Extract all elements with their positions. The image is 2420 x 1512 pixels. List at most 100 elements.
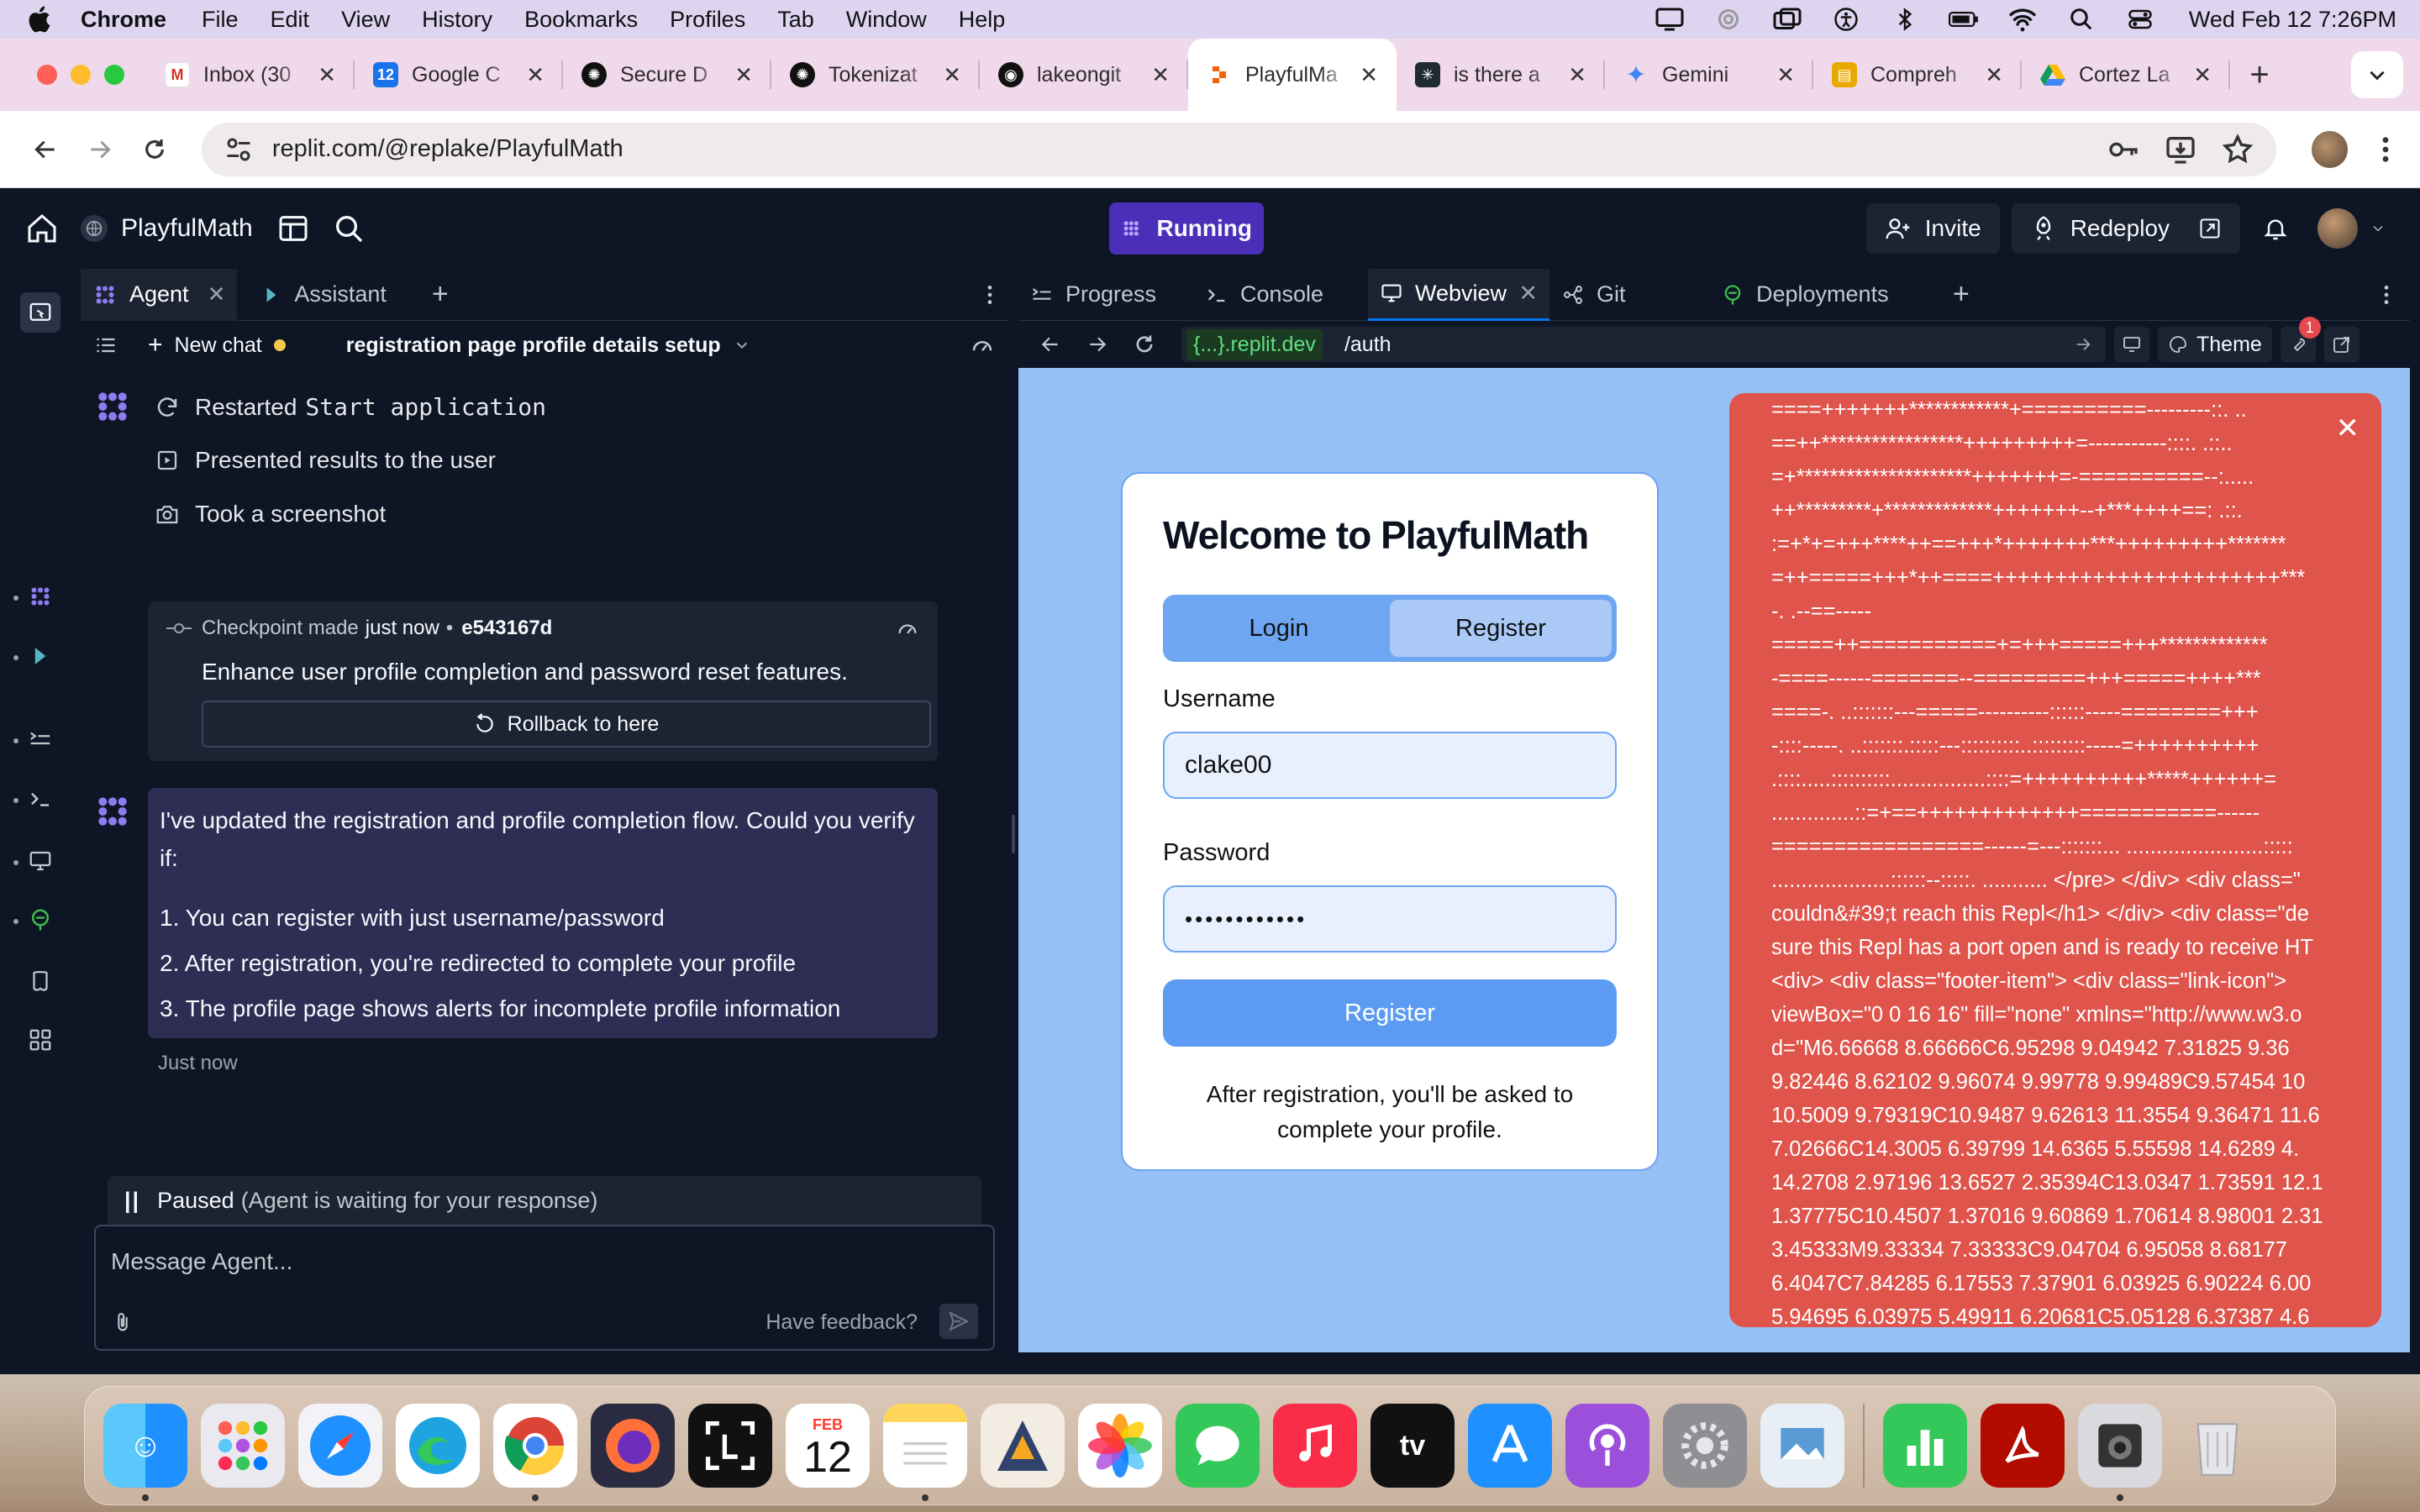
new-tool-tab-button[interactable]: + <box>1953 278 1970 311</box>
rail-console[interactable] <box>20 779 60 819</box>
numbers-icon[interactable] <box>1883 1404 1967 1488</box>
send-button[interactable] <box>939 1304 978 1339</box>
close-tab-icon[interactable]: ✕ <box>526 62 544 88</box>
menu-history[interactable]: History <box>422 7 492 33</box>
accessibility-icon[interactable] <box>1831 7 1861 32</box>
settings-icon[interactable] <box>1663 1404 1747 1488</box>
install-app-icon[interactable] <box>2164 133 2197 166</box>
browser-tab-active[interactable]: PlayfulMa ✕ <box>1188 39 1397 111</box>
minimize-window-button[interactable] <box>71 65 91 85</box>
launchpad-icon[interactable] <box>201 1404 285 1488</box>
chrome-icon[interactable] <box>493 1404 577 1501</box>
devtools-button[interactable]: 1 <box>2280 317 2321 362</box>
browser-tab[interactable]: ✺ Tokenizat ✕ <box>771 39 980 111</box>
menubar-clock[interactable]: Wed Feb 12 7:26PM <box>2189 7 2396 33</box>
new-chat-button[interactable]: + New chat <box>148 331 262 360</box>
safari-icon[interactable] <box>298 1404 382 1488</box>
device-preview-button[interactable] <box>2114 327 2149 362</box>
tab-assistant[interactable]: Assistant <box>249 269 398 321</box>
calendar-icon[interactable]: FEB 12 <box>786 1404 870 1488</box>
panel-resizer[interactable] <box>1008 269 1018 1374</box>
rail-database[interactable] <box>20 961 60 1001</box>
appstore-icon[interactable] <box>1468 1404 1552 1488</box>
browser-menu-button[interactable] <box>2373 135 2398 164</box>
url-text[interactable]: replit.com/@replake/PlayfulMath <box>272 135 2083 163</box>
close-tab-icon[interactable]: ✕ <box>734 62 753 88</box>
notifications-button[interactable] <box>2252 203 2299 254</box>
forward-button[interactable] <box>76 126 123 173</box>
user-avatar[interactable] <box>2317 208 2358 249</box>
username-field[interactable]: clake00 <box>1163 732 1617 799</box>
close-tab-icon[interactable]: ✕ <box>1151 62 1170 88</box>
close-tab-icon[interactable]: ✕ <box>1985 62 2003 88</box>
airplay-icon[interactable] <box>1713 7 1744 32</box>
close-tab-icon[interactable]: ✕ <box>1568 62 1586 88</box>
browser-tab[interactable]: Cortez La ✕ <box>2022 39 2230 111</box>
menu-app-name[interactable]: Chrome <box>81 7 166 33</box>
rail-deployments[interactable] <box>20 900 60 940</box>
bluetooth-icon[interactable] <box>1890 7 1920 32</box>
finder-icon[interactable]: ☺ <box>103 1404 187 1501</box>
message-input[interactable] <box>111 1245 867 1278</box>
webview-forward-button[interactable] <box>1079 333 1116 355</box>
browser-tab[interactable]: ✳ is there a ✕ <box>1397 39 1605 111</box>
more-vertical-icon[interactable] <box>2383 284 2390 306</box>
close-tab-icon[interactable]: ✕ <box>1776 62 1795 88</box>
bookmark-star-icon[interactable] <box>2221 133 2254 166</box>
close-tab-icon[interactable]: ✕ <box>318 62 336 88</box>
control-center-icon[interactable] <box>2125 7 2155 32</box>
rail-webview[interactable] <box>20 841 60 881</box>
site-settings-icon[interactable] <box>224 134 254 165</box>
battery-icon[interactable] <box>1948 7 1979 32</box>
rail-agent[interactable] <box>20 576 60 617</box>
apple-icon[interactable] <box>24 3 57 36</box>
browser-tab[interactable]: ▤ Compreh ✕ <box>1813 39 2022 111</box>
trash-icon[interactable] <box>2175 1404 2260 1488</box>
profile-avatar[interactable] <box>2311 130 2349 168</box>
acrobat-icon[interactable] <box>1981 1404 2065 1488</box>
new-panel-tab-button[interactable]: + <box>432 278 449 311</box>
close-tab-icon[interactable]: ✕ <box>943 62 961 88</box>
chevron-down-icon[interactable] <box>2370 220 2386 237</box>
rail-agent-chat[interactable] <box>20 292 60 333</box>
window-stack-icon[interactable] <box>1772 7 1802 32</box>
menu-tab[interactable]: Tab <box>777 7 814 33</box>
firefox-icon[interactable] <box>591 1404 675 1488</box>
webview-domain[interactable]: {...}.replit.dev <box>1186 328 1323 360</box>
spotlight-search-icon[interactable] <box>2066 7 2096 32</box>
rail-assistant[interactable] <box>20 636 60 676</box>
close-tab-icon[interactable]: ✕ <box>2193 62 2212 88</box>
podcasts-icon[interactable] <box>1565 1404 1649 1488</box>
chevron-down-icon[interactable] <box>733 336 751 354</box>
attach-icon[interactable] <box>111 1309 134 1336</box>
menu-file[interactable]: File <box>202 7 239 33</box>
feedback-link[interactable]: Have feedback? <box>765 1310 918 1335</box>
close-window-button[interactable] <box>37 65 57 85</box>
close-tab-icon[interactable]: ✕ <box>1518 281 1538 307</box>
register-button[interactable]: Register <box>1163 979 1617 1047</box>
linear-icon[interactable] <box>981 1404 1065 1488</box>
login-tab[interactable]: Login <box>1168 600 1390 657</box>
webview-back-button[interactable] <box>1032 333 1069 355</box>
menu-help[interactable]: Help <box>959 7 1006 33</box>
files-panel-icon[interactable] <box>276 212 310 245</box>
screenshot-icon[interactable] <box>688 1404 772 1488</box>
tab-console[interactable]: Console <box>1193 269 1368 321</box>
chat-list-icon[interactable] <box>94 333 118 357</box>
menu-profiles[interactable]: Profiles <box>670 7 745 33</box>
music-icon[interactable] <box>1273 1404 1357 1488</box>
back-button[interactable] <box>22 126 68 173</box>
browser-tab[interactable]: ✺ Secure D ✕ <box>563 39 771 111</box>
tab-progress[interactable]: Progress <box>1018 269 1193 321</box>
close-tab-icon[interactable]: ✕ <box>1360 62 1378 88</box>
menu-bookmarks[interactable]: Bookmarks <box>524 7 638 33</box>
tab-deployments[interactable]: Deployments <box>1709 269 1928 321</box>
rail-all-tools[interactable] <box>20 1020 60 1060</box>
tab-agent[interactable]: Agent ✕ <box>81 268 238 321</box>
close-tab-icon[interactable]: ✕ <box>208 281 226 307</box>
register-tab[interactable]: Register <box>1390 600 1612 657</box>
zoom-window-button[interactable] <box>104 65 124 85</box>
repl-name-button[interactable]: PlayfulMath <box>81 214 253 243</box>
webview-reload-button[interactable] <box>1126 333 1163 356</box>
menu-edit[interactable]: Edit <box>271 7 310 33</box>
